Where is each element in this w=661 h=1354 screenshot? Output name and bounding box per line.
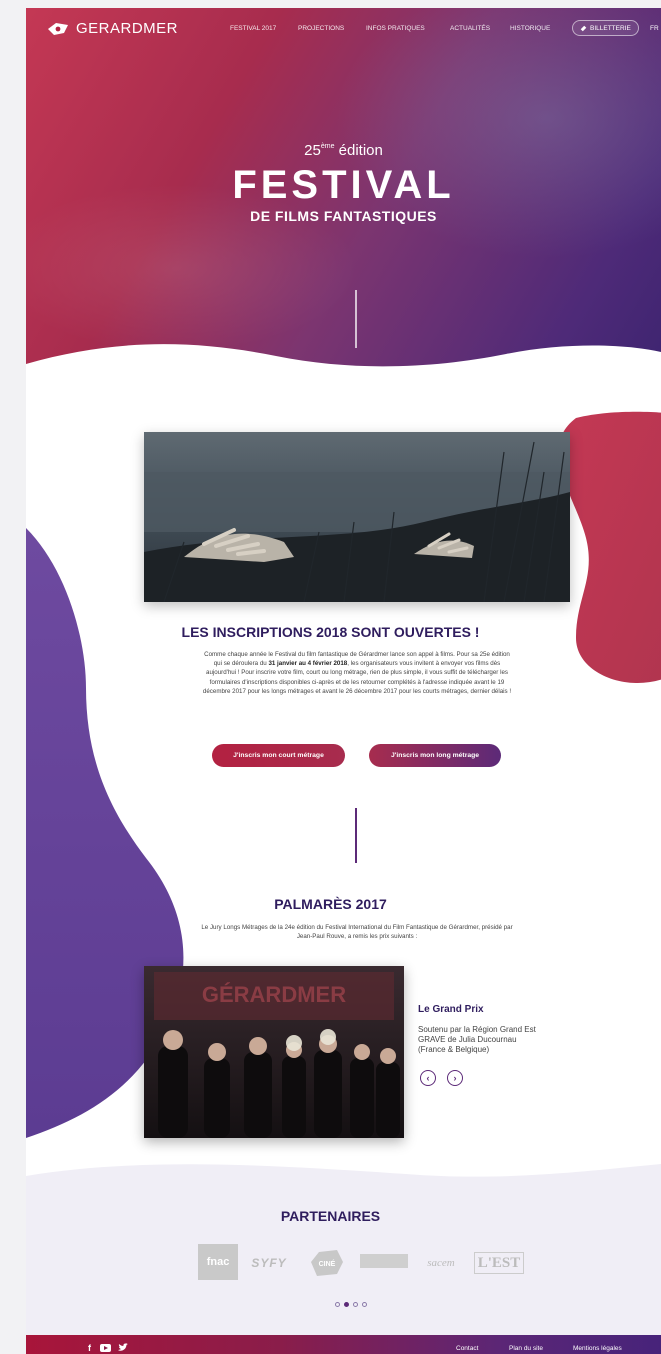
award-name: Le Grand Prix: [418, 1004, 484, 1015]
footer-link-legal[interactable]: Mentions légales: [573, 1345, 622, 1352]
edition-label: 25ème édition: [26, 142, 661, 159]
chevron-right-icon: ›: [453, 1072, 457, 1083]
partner-logo-fnac[interactable]: fnac: [198, 1244, 238, 1280]
section-divider-line: [355, 808, 357, 863]
twitter-icon[interactable]: [118, 1343, 128, 1354]
logo-text: GERARDMER: [76, 20, 179, 37]
page: GERARDMER FESTIVAL 2017 PROJECTIONS INFO…: [26, 8, 661, 1354]
partner-logo-cine[interactable]: CINÉ: [304, 1246, 350, 1280]
partner-logo-syfy[interactable]: SYFY: [244, 1246, 294, 1280]
language-selector[interactable]: FR: [650, 25, 659, 32]
carousel-dot-4[interactable]: [362, 1302, 367, 1307]
award-line-2: GRAVE de Julia Ducournau: [418, 1035, 517, 1044]
partner-logo-sacem[interactable]: sacem: [416, 1246, 466, 1280]
edition-word: édition: [338, 142, 383, 159]
register-feature-film-button[interactable]: J'inscris mon long métrage: [369, 744, 501, 767]
partner-logo-lest[interactable]: L'EST: [474, 1252, 524, 1274]
palmares-title: PALMARÈS 2017: [274, 896, 387, 912]
carousel-dot-2[interactable]: [344, 1302, 349, 1307]
award-photo-banner: GÉRARDMER: [202, 982, 346, 1007]
award-line-1: Soutenu par la Région Grand Est: [418, 1025, 536, 1034]
register-short-film-button[interactable]: J'inscris mon court métrage: [212, 744, 345, 767]
youtube-icon[interactable]: [100, 1344, 111, 1352]
partner-logo-bar[interactable]: [360, 1254, 408, 1268]
footer-link-sitemap[interactable]: Plan du site: [509, 1345, 543, 1352]
hero-subtitle: DE FILMS FANTASTIQUES: [250, 208, 437, 224]
nav-infos-pratiques[interactable]: INFOS PRATIQUES: [366, 25, 425, 32]
top-navigation: GERARDMER FESTIVAL 2017 PROJECTIONS INFO…: [26, 8, 661, 52]
inscriptions-text: Comme chaque année le Festival du film f…: [202, 650, 512, 696]
footer-link-contact[interactable]: Contact: [456, 1345, 478, 1352]
carousel-dot-3[interactable]: [353, 1302, 358, 1307]
cine-logo-text: CINÉ: [319, 1259, 336, 1268]
hero-wave: [26, 344, 661, 388]
nav-actualites[interactable]: ACTUALITÉS: [450, 25, 490, 32]
ticket-label: BILLETTERIE: [590, 24, 631, 32]
carousel-dot-1[interactable]: [335, 1302, 340, 1307]
chevron-left-icon: ‹: [426, 1072, 430, 1083]
hero-title: FESTIVAL: [232, 163, 455, 207]
nav-historique[interactable]: HISTORIQUE: [510, 25, 550, 32]
inscriptions-dates: 31 janvier au 4 février 2018: [268, 660, 348, 668]
cine-logo-icon: CINÉ: [311, 1250, 343, 1276]
award-line-3: (France & Belgique): [418, 1045, 490, 1054]
edition-number: 25: [304, 142, 321, 159]
nav-projections[interactable]: PROJECTIONS: [298, 25, 344, 32]
ticket-icon: [580, 25, 587, 31]
ticket-button[interactable]: BILLETTERIE: [572, 20, 639, 36]
palmares-text: Le Jury Longs Métrages de la 24e édition…: [201, 924, 513, 941]
twitter-bird-icon: [118, 1343, 128, 1351]
carousel-dots: [335, 1302, 367, 1307]
logo-icon: [48, 22, 68, 35]
youtube-play-icon: [104, 1346, 108, 1350]
site-logo[interactable]: GERARDMER: [46, 20, 178, 37]
previous-award-button[interactable]: ‹: [420, 1070, 436, 1086]
hero-section: GERARDMER FESTIVAL 2017 PROJECTIONS INFO…: [26, 8, 661, 388]
award-description: Soutenu par la Région Grand Est GRAVE de…: [418, 1025, 588, 1055]
inscriptions-title: LES INSCRIPTIONS 2018 SONT OUVERTES !: [181, 624, 480, 640]
next-award-button[interactable]: ›: [447, 1070, 463, 1086]
edition-suffix: ème: [320, 143, 335, 150]
footer: f Contact Plan du site Mentions légales: [26, 1335, 661, 1354]
award-ceremony-photo: GÉRARDMER: [144, 966, 404, 1138]
facebook-icon[interactable]: f: [88, 1343, 91, 1353]
nav-festival-2017[interactable]: FESTIVAL 2017: [230, 25, 276, 32]
horror-hands-image: [144, 432, 570, 602]
partners-title: PARTENAIRES: [280, 1208, 381, 1224]
